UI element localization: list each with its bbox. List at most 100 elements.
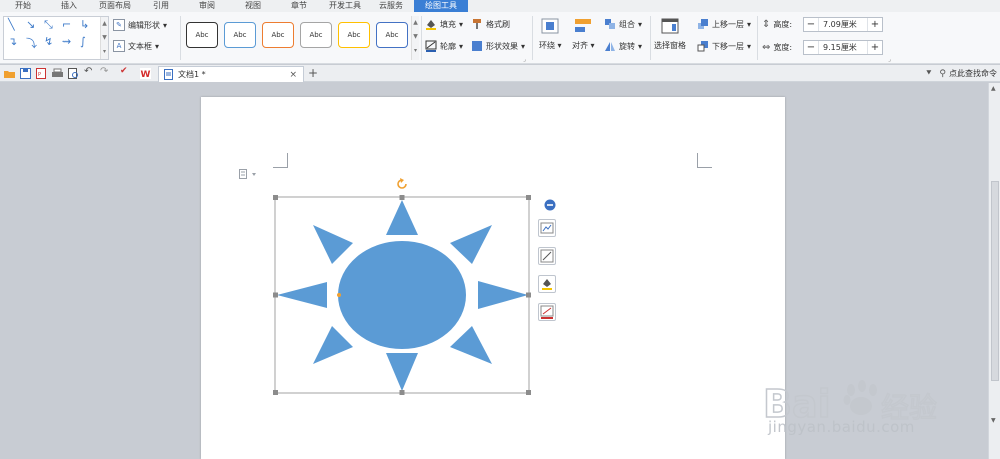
- collapse-toolbar-icon[interactable]: [544, 199, 556, 211]
- chevron-down-icon: ▾: [747, 41, 752, 51]
- new-tab-button[interactable]: +: [308, 66, 318, 80]
- menu-page-layout[interactable]: 页面布局: [92, 0, 138, 12]
- margin-corner-top-right: [697, 153, 712, 168]
- resize-handle-e[interactable]: [526, 292, 531, 298]
- width-plus-button[interactable]: +: [868, 42, 882, 53]
- adjust-handle[interactable]: [337, 293, 341, 297]
- resize-handle-n[interactable]: [399, 195, 405, 200]
- selection-pane-button[interactable]: 选择窗格: [654, 16, 686, 51]
- print-preview-icon[interactable]: [68, 68, 79, 79]
- menu-references[interactable]: 引用: [138, 0, 184, 12]
- shape-outline-button[interactable]: [538, 303, 556, 321]
- line-shape-gallery[interactable]: ╲ ↘ ⤡ ⌐ ↳ ↴ ⤵ ↯ ⇝ ∫ ▲ ▼ ▾: [3, 16, 109, 60]
- shape-style-3[interactable]: Abc: [262, 22, 294, 48]
- menu-view[interactable]: 视图: [230, 0, 276, 12]
- document-page[interactable]: [201, 97, 785, 459]
- height-icon: ⇕: [762, 18, 771, 30]
- height-minus-button[interactable]: −: [804, 19, 818, 30]
- bring-forward-button[interactable]: 上移一层 ▾: [697, 16, 751, 32]
- resize-handle-ne[interactable]: [526, 195, 531, 200]
- ribbon-toggle-icon[interactable]: ⯆: [925, 69, 932, 79]
- double-arrow-line-icon[interactable]: ⤡: [44, 18, 53, 32]
- rotate-button[interactable]: 旋转 ▾: [604, 38, 642, 54]
- menu-drawing-tools[interactable]: 绘图工具: [414, 0, 468, 12]
- resize-handle-nw[interactable]: [273, 195, 278, 200]
- scroll-down-icon[interactable]: ▼: [991, 417, 996, 424]
- freeform-icon[interactable]: ∫: [80, 35, 86, 48]
- send-backward-button[interactable]: 下移一层 ▾: [697, 38, 751, 54]
- find-command-label: 点此查找命令: [949, 69, 997, 78]
- close-tab-icon[interactable]: ×: [289, 70, 297, 80]
- scroll-up-icon[interactable]: ▲: [991, 85, 996, 92]
- resize-handle-sw[interactable]: [273, 390, 278, 395]
- elbow-connector-icon[interactable]: ⌐: [62, 18, 71, 31]
- height-field[interactable]: − 7.09厘米 +: [803, 17, 883, 32]
- resize-handle-s[interactable]: [399, 390, 405, 395]
- curve-connector-icon[interactable]: ⤵: [26, 35, 37, 51]
- curve-double-arrow-icon[interactable]: ⇝: [62, 35, 71, 48]
- width-value[interactable]: 9.15厘米: [818, 41, 868, 54]
- sun-shape[interactable]: [271, 177, 535, 401]
- dialog-launcher-icon[interactable]: ⌟: [523, 56, 526, 63]
- menu-cloud[interactable]: 云服务: [368, 0, 414, 12]
- text-box-button[interactable]: A 文本框 ▾: [113, 38, 159, 54]
- gallery-scroll[interactable]: ▲ ▼ ▾: [100, 17, 108, 59]
- fill-button[interactable]: 填充 ▾: [425, 16, 463, 32]
- elbow-arrow-icon[interactable]: ↳: [80, 18, 89, 31]
- ribbon-separator: [532, 16, 533, 60]
- height-value[interactable]: 7.09厘米: [818, 18, 868, 31]
- tab-bar: P ↶ ↷ ✔ W 文档1 * × + ⯆ ⚲ 点此查找命令: [0, 65, 1000, 82]
- menu-review[interactable]: 审阅: [184, 0, 230, 12]
- arrow-line-icon[interactable]: ↘: [26, 18, 35, 31]
- width-field[interactable]: − 9.15厘米 +: [803, 40, 883, 55]
- outline-button[interactable]: 轮廓 ▾: [425, 38, 463, 54]
- shape-style-6[interactable]: Abc: [376, 22, 408, 48]
- curve-arrow-icon[interactable]: ↯: [44, 35, 53, 48]
- shape-style-2[interactable]: Abc: [224, 22, 256, 48]
- ribbon-separator: [180, 16, 181, 60]
- edit-shape-button[interactable]: ✎ 编辑形状 ▾: [113, 17, 167, 33]
- vertical-scrollbar[interactable]: ▲ ▼: [988, 83, 1000, 459]
- line-icon[interactable]: ╲: [8, 18, 15, 31]
- print-icon[interactable]: [52, 68, 63, 79]
- menu-home[interactable]: 开始: [0, 0, 46, 12]
- layout-options-button[interactable]: [538, 219, 556, 237]
- height-plus-button[interactable]: +: [868, 19, 882, 30]
- export-pdf-icon[interactable]: P: [36, 68, 47, 79]
- shape-effects-button[interactable]: 形状效果 ▾: [471, 38, 525, 54]
- width-minus-button[interactable]: −: [804, 42, 818, 53]
- width-icon: ⇔: [762, 41, 771, 53]
- redo-icon[interactable]: ↷: [100, 66, 111, 77]
- group-label: 组合: [619, 19, 635, 29]
- resize-handle-se[interactable]: [526, 390, 531, 395]
- format-painter-button[interactable]: 格式刷: [471, 16, 510, 32]
- style-gallery-scroll[interactable]: ▲ ▼ ▾: [411, 16, 419, 60]
- menu-developer[interactable]: 开发工具: [322, 0, 368, 12]
- shape-style-4[interactable]: Abc: [300, 22, 332, 48]
- customize-toolbar-icon[interactable]: ✔: [120, 66, 131, 77]
- save-icon[interactable]: [20, 68, 31, 79]
- elbow-double-arrow-icon[interactable]: ↴: [8, 35, 17, 48]
- menu-insert[interactable]: 插入: [46, 0, 92, 12]
- find-command[interactable]: ⯆ ⚲ 点此查找命令: [925, 67, 1000, 80]
- group-button[interactable]: 组合 ▾: [604, 16, 642, 32]
- menu-section[interactable]: 章节: [276, 0, 322, 12]
- shape-style-button[interactable]: [538, 247, 556, 265]
- svg-text:W: W: [141, 70, 151, 79]
- undo-icon[interactable]: ↶: [84, 66, 95, 77]
- tab-document-1[interactable]: 文档1 * ×: [158, 66, 304, 82]
- shape-fill-button[interactable]: [538, 275, 556, 293]
- svg-text:P: P: [38, 72, 41, 78]
- wrap-button[interactable]: 环绕 ▾: [539, 16, 562, 51]
- align-button[interactable]: 对齐 ▾: [572, 16, 595, 51]
- shape-style-1[interactable]: Abc: [186, 22, 218, 48]
- scroll-thumb[interactable]: [991, 181, 999, 381]
- outline-label: 轮廓: [440, 41, 456, 51]
- selection-pane-icon: [661, 18, 679, 34]
- resize-handle-w[interactable]: [273, 292, 278, 298]
- document-icon: [164, 69, 173, 80]
- open-folder-icon[interactable]: [4, 68, 15, 79]
- size-dialog-launcher-icon[interactable]: ⌟: [888, 56, 891, 63]
- shape-style-5[interactable]: Abc: [338, 22, 370, 48]
- paragraph-marker-icon[interactable]: [239, 169, 261, 179]
